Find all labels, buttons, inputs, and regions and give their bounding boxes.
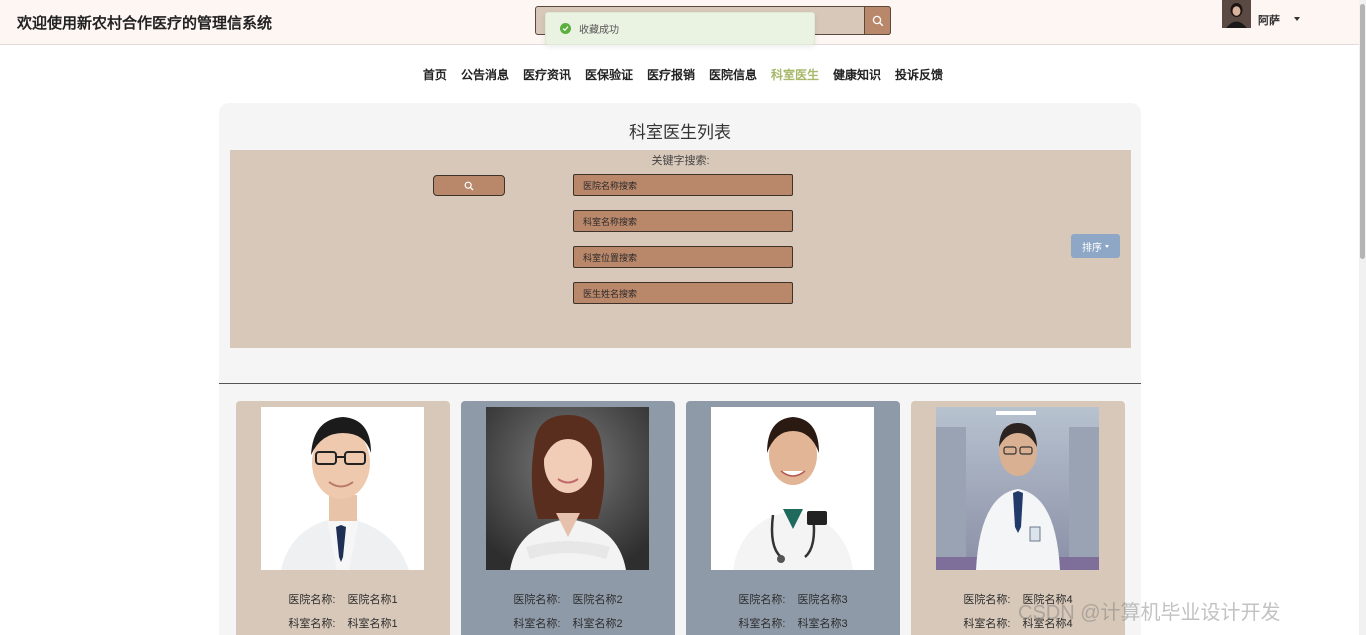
doctor-name-search-input[interactable]: 医生姓名搜索 [573, 282, 793, 304]
doctor-photo[interactable] [711, 407, 874, 570]
hospital-name-value: 医院名称2 [572, 594, 623, 606]
department-name-value: 科室名称1 [347, 618, 398, 630]
hospital-name-row: 医院名称: 医院名称2 [513, 594, 623, 606]
page-scrollbar-thumb[interactable] [1360, 4, 1365, 259]
hospital-name-value: 医院名称3 [797, 594, 848, 606]
page-title: 科室医生列表 [629, 123, 731, 142]
nav-item-complaints[interactable]: 投诉反馈 [888, 66, 950, 83]
section-divider [219, 383, 1141, 384]
keyword-search-label: 关键字搜索: [651, 155, 710, 167]
csdn-watermark: CSDN @计算机毕业设计开发 [1018, 602, 1281, 624]
caret-down-icon [1105, 244, 1109, 248]
department-location-search-input[interactable]: 科室位置搜索 [573, 246, 793, 268]
doctor-photo[interactable] [261, 407, 424, 570]
doctor-card[interactable]: 医院名称: 医院名称1 科室名称: 科室名称1 [236, 401, 450, 635]
hospital-name-row: 医院名称: 医院名称1 [288, 594, 398, 606]
nav-item-department-doctors[interactable]: 科室医生 [764, 66, 826, 83]
search-icon [464, 181, 474, 190]
sort-dropdown-button[interactable]: 排序 [1071, 234, 1120, 258]
hospital-name-row: 医院名称: 医院名称3 [738, 594, 848, 606]
search-icon [872, 15, 883, 26]
department-name-search-input[interactable]: 科室名称搜索 [573, 210, 793, 232]
nav-item-announcements[interactable]: 公告消息 [454, 66, 516, 83]
header-search-button[interactable] [864, 6, 891, 35]
chevron-down-icon[interactable] [1294, 17, 1300, 21]
check-circle-icon [560, 23, 571, 34]
filter-search-button[interactable] [433, 175, 505, 196]
avatar[interactable] [1222, 0, 1251, 28]
toast-message: 收藏成功 [579, 25, 619, 36]
search-filter-box: 关键字搜索: 医院名称搜索 科室名称搜索 科室位置搜索 医生姓名搜索 排序 [230, 150, 1131, 348]
nav-item-reimbursement[interactable]: 医疗报销 [640, 66, 702, 83]
success-toast: 收藏成功 [545, 12, 815, 45]
top-header: 欢迎使用新农村合作医疗的管理信系统 收藏成功 阿萨 [0, 0, 1366, 45]
department-name-row: 科室名称: 科室名称3 [738, 618, 848, 630]
department-name-row: 科室名称: 科室名称2 [513, 618, 623, 630]
nav-item-health-knowledge[interactable]: 健康知识 [826, 66, 888, 83]
department-name-row: 科室名称: 科室名称1 [288, 618, 398, 630]
doctor-photo[interactable] [936, 407, 1099, 570]
doctor-card[interactable]: 医院名称: 医院名称3 科室名称: 科室名称3 [686, 401, 900, 635]
doctor-photo[interactable] [486, 407, 649, 570]
main-nav: 首页 公告消息 医疗资讯 医保验证 医疗报销 医院信息 科室医生 健康知识 投诉… [0, 66, 1366, 83]
nav-item-home[interactable]: 首页 [416, 66, 454, 83]
sort-label: 排序 [1082, 242, 1102, 254]
doctor-card[interactable]: 医院名称: 医院名称2 科室名称: 科室名称2 [461, 401, 675, 635]
nav-item-insurance-verify[interactable]: 医保验证 [578, 66, 640, 83]
hospital-name-search-input[interactable]: 医院名称搜索 [573, 174, 793, 196]
department-name-value: 科室名称3 [797, 618, 848, 630]
site-title: 欢迎使用新农村合作医疗的管理信系统 [17, 15, 273, 32]
department-name-value: 科室名称2 [572, 618, 623, 630]
hospital-name-value: 医院名称1 [347, 594, 398, 606]
user-name[interactable]: 阿萨 [1258, 12, 1280, 28]
nav-item-medical-news[interactable]: 医疗资讯 [516, 66, 578, 83]
nav-item-hospital-info[interactable]: 医院信息 [702, 66, 764, 83]
doctor-list-panel: 科室医生列表 关键字搜索: 医院名称搜索 科室名称搜索 科室位置搜索 医生姓名搜… [219, 103, 1141, 635]
